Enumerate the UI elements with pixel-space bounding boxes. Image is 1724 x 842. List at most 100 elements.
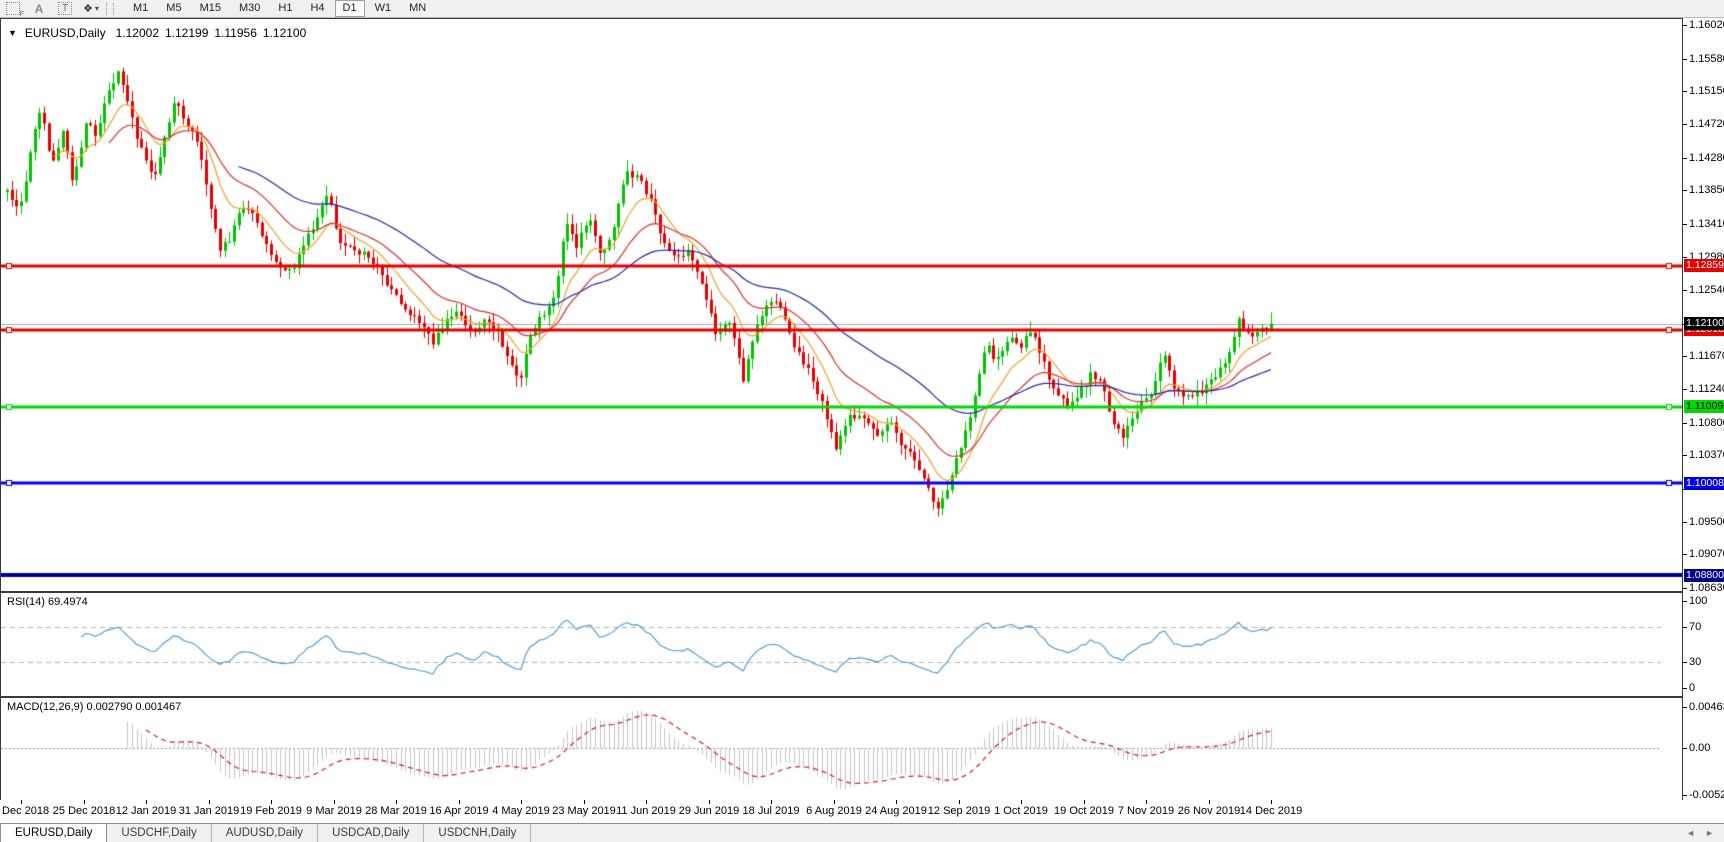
timeframe-button-h4[interactable]: H4: [302, 0, 332, 17]
price-chart-panel: ▼ EURUSD,Daily 1.12002 1.12199 1.11956 1…: [0, 18, 1724, 590]
price-tick-dash: [1683, 423, 1687, 424]
date-label: 4 May 2019: [492, 805, 549, 817]
ohlc-high: 1.12199: [165, 26, 208, 40]
ohlc-open: 1.12002: [116, 26, 159, 40]
date-tick: [584, 800, 585, 804]
price-tick-label: 1.16020: [1689, 19, 1724, 31]
hline-price-badge: 1.11009: [1684, 400, 1724, 413]
date-tick: [209, 800, 210, 804]
date-tick: [1084, 800, 1085, 804]
price-tick-dash: [1683, 389, 1687, 390]
price-tick-label: 1.15150: [1689, 85, 1724, 97]
rsi-tick-dash: [1683, 627, 1687, 628]
date-label: 23 May 2019: [552, 805, 616, 817]
current-price-badge: 1.12100: [1684, 317, 1724, 330]
price-tick-dash: [1683, 257, 1687, 258]
macd-chart-canvas[interactable]: [1, 698, 1682, 799]
tabbar-spacer: [531, 824, 1676, 842]
text-a-icon[interactable]: A: [31, 2, 47, 16]
macd-panel: MACD(12,26,9) 0.002790 0.001467 0.004630…: [0, 697, 1724, 800]
timeframe-button-m5[interactable]: M5: [158, 0, 189, 17]
rsi-tick-label: 70: [1689, 621, 1701, 633]
timeframe-button-mn[interactable]: MN: [401, 0, 434, 17]
date-label: 16 Apr 2019: [429, 805, 488, 817]
chart-tab-usdcnh[interactable]: USDCNH,Daily: [424, 824, 531, 842]
timeframe-button-m1[interactable]: M1: [125, 0, 156, 17]
toolbar-grip: [106, 3, 114, 15]
top-toolbar: A T ❖▾ M1M5M15M30H1H4D1W1MN: [0, 0, 1724, 18]
tab-scroll-right-icon[interactable]: ►: [1705, 828, 1714, 838]
timeframe-button-d1[interactable]: D1: [335, 0, 365, 17]
macd-tick-label: 0.00463: [1689, 701, 1724, 713]
date-label: 6 Dec 2018: [0, 805, 49, 817]
text-box-t-icon[interactable]: T: [57, 2, 73, 16]
rsi-panel: RSI(14) 69.4974 10070300: [0, 592, 1724, 695]
date-label: 9 Mar 2019: [306, 805, 362, 817]
price-tick-dash: [1683, 59, 1687, 60]
date-label: 29 Jun 2019: [679, 805, 740, 817]
price-tick-label: 1.14280: [1689, 152, 1724, 164]
timeframe-button-w1[interactable]: W1: [367, 0, 400, 17]
price-tick-label: 1.10370: [1689, 449, 1724, 461]
rsi-tick-label: 30: [1689, 656, 1701, 668]
date-tick: [334, 800, 335, 804]
rsi-chart-canvas[interactable]: [1, 593, 1682, 694]
chart-tab-eurusd[interactable]: EURUSD,Daily: [0, 823, 107, 842]
price-tick-label: 1.11670: [1689, 350, 1724, 362]
date-tick: [646, 800, 647, 804]
frame-f-icon[interactable]: [5, 2, 21, 16]
chart-tab-audusd[interactable]: AUDUSD,Daily: [212, 824, 318, 842]
price-axis: 1.16020 1.15580 1.15150 1.14720 1.14280 1.138…: [1683, 18, 1724, 590]
date-tick: [771, 800, 772, 804]
date-label: 14 Dec 2019: [1240, 805, 1302, 817]
tab-scroll-left-icon[interactable]: ◄: [1686, 828, 1695, 838]
chart-title: ▼ EURUSD,Daily 1.12002 1.12199 1.11956 1…: [8, 26, 306, 40]
date-tick: [271, 800, 272, 804]
chart-tab-usdcad[interactable]: USDCAD,Daily: [318, 824, 424, 842]
timeframe-button-m15[interactable]: M15: [192, 0, 229, 17]
rsi-tick-label: 100: [1689, 595, 1707, 607]
date-label: 1 Oct 2019: [994, 805, 1048, 817]
date-tick: [1271, 800, 1272, 804]
hline-price-badge: 1.10008: [1684, 477, 1724, 490]
price-tick-label: 1.09500: [1689, 516, 1724, 528]
timeframe-button-m30[interactable]: M30: [231, 0, 268, 17]
rsi-tick-dash: [1683, 601, 1687, 602]
date-label: 6 Aug 2019: [806, 805, 862, 817]
rsi-axis: 100 70 30 0: [1683, 592, 1724, 695]
price-tick-label: 1.13410: [1689, 218, 1724, 230]
date-label: 7 Nov 2019: [1118, 805, 1174, 817]
date-tick: [1146, 800, 1147, 804]
rsi-tick-label: 0: [1689, 682, 1695, 694]
date-label: 28 Mar 2019: [365, 805, 427, 817]
price-tick-dash: [1683, 455, 1687, 456]
price-chart-canvas[interactable]: [1, 19, 1682, 589]
price-tick-label: 1.14720: [1689, 118, 1724, 130]
tab-scroll-controls: ◄►: [1676, 824, 1724, 842]
timeframe-button-group: M1M5M15M30H1H4D1W1MN: [124, 0, 435, 17]
cycle-arrows-icon[interactable]: ❖▾: [83, 2, 99, 16]
macd-tick-dash: [1683, 795, 1687, 796]
date-label: 25 Dec 2018: [53, 805, 115, 817]
price-tick-dash: [1683, 588, 1687, 589]
chart-symbol-title: EURUSD,Daily: [25, 26, 106, 40]
date-label: 12 Jan 2019: [116, 805, 177, 817]
date-label: 24 Aug 2019: [865, 805, 927, 817]
hline-price-badge: 1.12859: [1684, 259, 1724, 272]
timeframe-button-h1[interactable]: H1: [270, 0, 300, 17]
price-tick-dash: [1683, 522, 1687, 523]
hline-price-badge: 1.08800: [1684, 569, 1724, 582]
price-tick-label: 1.15580: [1689, 53, 1724, 65]
date-label: 12 Sep 2019: [928, 805, 990, 817]
dropdown-caret-icon[interactable]: ▾: [95, 4, 99, 13]
price-tick-label: 1.13850: [1689, 184, 1724, 196]
ohlc-close: 1.12100: [263, 26, 306, 40]
date-tick: [521, 800, 522, 804]
chart-tab-usdchf[interactable]: USDCHF,Daily: [107, 824, 211, 842]
date-tick: [459, 800, 460, 804]
macd-label: MACD(12,26,9) 0.002790 0.001467: [7, 701, 181, 713]
price-tick-dash: [1683, 25, 1687, 26]
date-label: 19 Feb 2019: [240, 805, 302, 817]
chart-dropdown-icon[interactable]: ▼: [8, 28, 17, 38]
date-tick: [896, 800, 897, 804]
